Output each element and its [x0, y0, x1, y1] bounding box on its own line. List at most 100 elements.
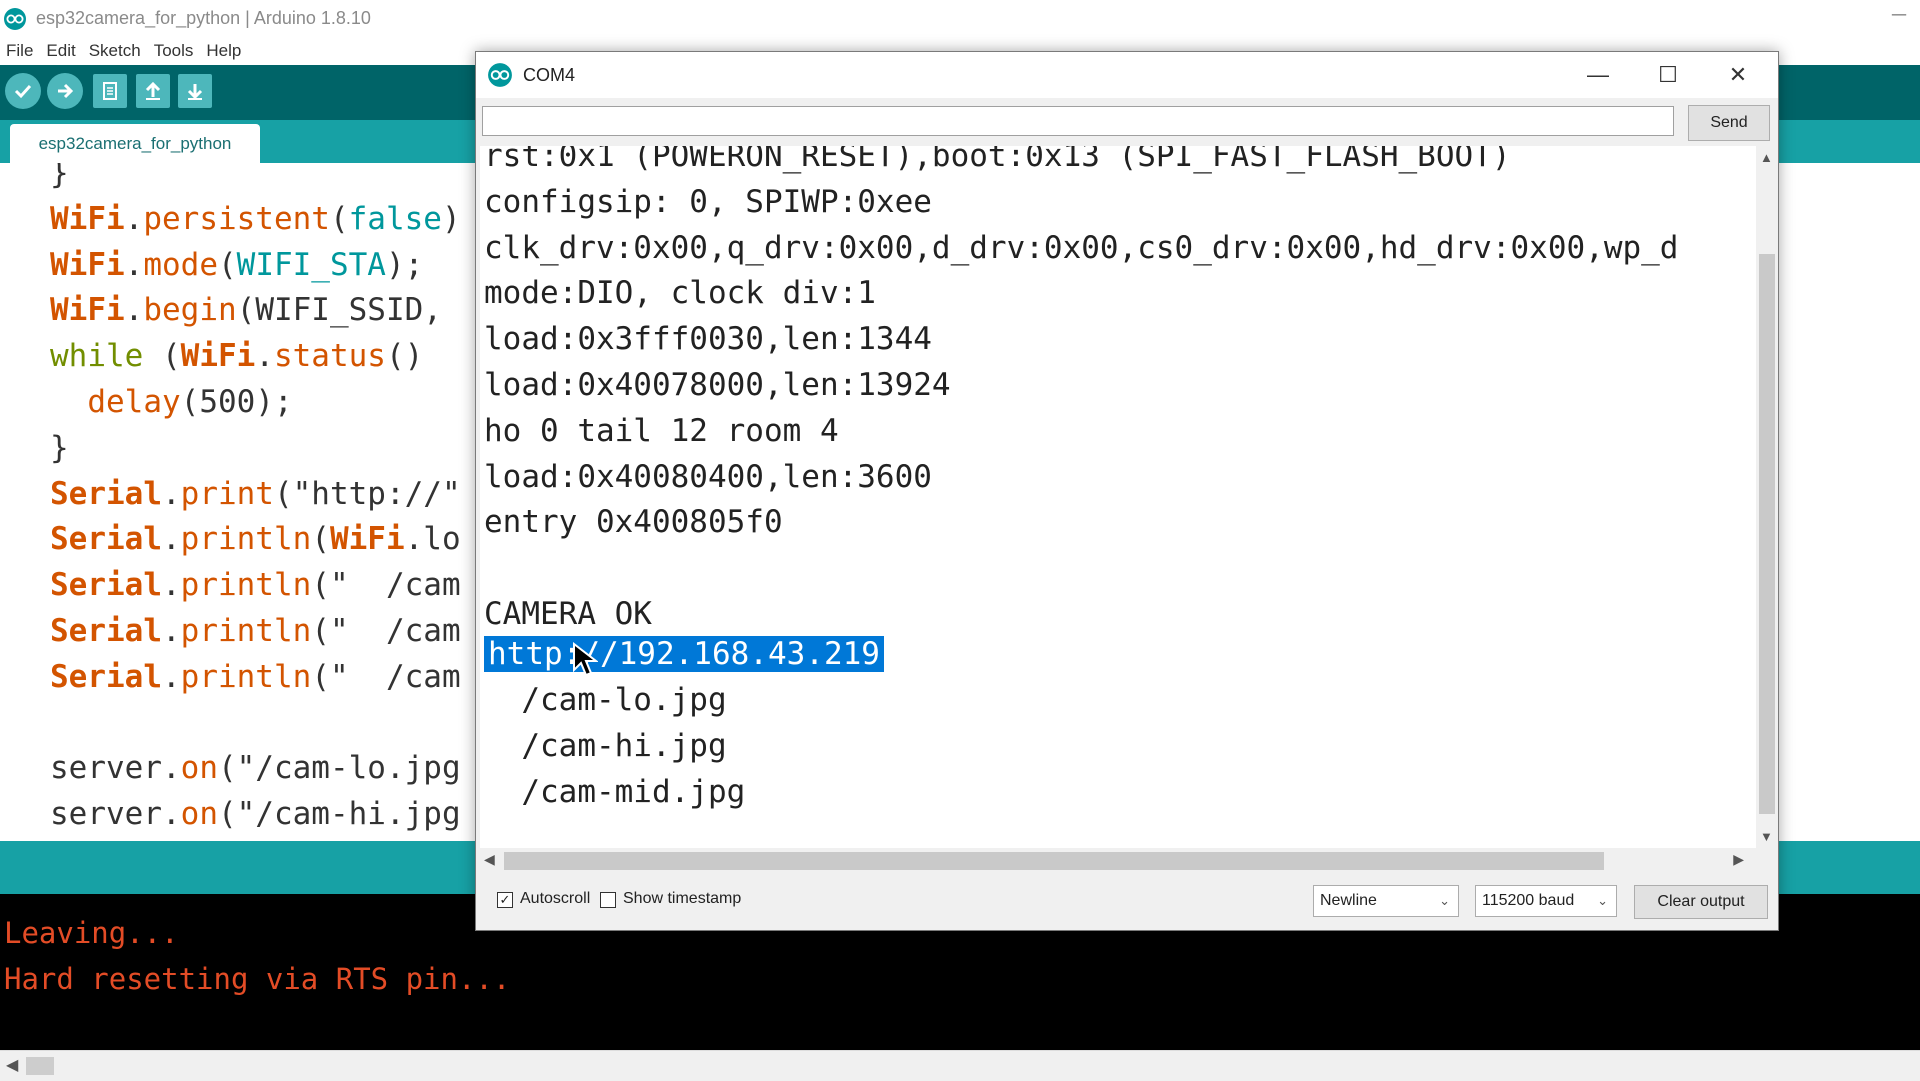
code-token: Serial — [50, 567, 162, 604]
code-token: Serial — [50, 521, 162, 558]
code-line: } — [50, 163, 69, 191]
verify-button[interactable] — [5, 73, 41, 109]
serial-input[interactable] — [482, 106, 1674, 136]
serial-monitor-footer: ✓ Autoscroll Show timestamp Newline ⌄ 11… — [476, 874, 1778, 930]
code-line: server.on("/cam-hi.jpg — [50, 796, 461, 832]
show-timestamp-checkbox[interactable] — [600, 892, 616, 908]
code-token: persistent — [143, 200, 330, 237]
serial-monitor-title-bar: COM4 — ☐ ✕ — [476, 52, 1778, 98]
code-token: ); — [385, 246, 424, 283]
code-token: (" /cam — [311, 567, 461, 604]
code-token: WiFi — [50, 292, 125, 329]
clear-output-button[interactable]: Clear output — [1634, 885, 1768, 919]
output-line: mode:DIO, clock div:1 — [484, 275, 876, 312]
new-button[interactable] — [93, 74, 127, 108]
code-line: Serial.print("http://" — [50, 476, 461, 512]
code-token: WiFi — [50, 200, 125, 237]
upload-button[interactable] — [47, 73, 83, 109]
line-ending-select[interactable]: Newline ⌄ — [1313, 885, 1459, 917]
code-token: server — [50, 796, 162, 833]
save-button[interactable] — [178, 74, 212, 108]
code-token: WiFi — [329, 521, 405, 558]
maximize-icon[interactable]: ☐ — [1638, 52, 1698, 98]
code-token: . — [161, 475, 181, 512]
selected-url-text[interactable]: http://192.168.43.219 — [484, 636, 884, 672]
output-line: configsip: 0, SPIWP:0xee — [484, 183, 932, 220]
autoscroll-checkbox[interactable]: ✓ — [497, 892, 513, 908]
output-horizontal-scrollbar[interactable]: ◀ ▶ — [480, 848, 1762, 874]
code-token: . — [161, 567, 181, 604]
code-token: . — [161, 750, 181, 787]
minimize-icon[interactable]: — — [1568, 52, 1628, 98]
code-token: ( — [311, 521, 330, 558]
scroll-left-icon[interactable]: ◀ — [484, 851, 495, 868]
scroll-right-icon[interactable]: ▶ — [1733, 851, 1744, 868]
code-token: (" /cam — [311, 613, 461, 649]
send-button[interactable]: Send — [1688, 105, 1770, 141]
output-line: load:0x40078000,len:13924 — [484, 367, 951, 403]
code-token: . — [124, 292, 144, 329]
code-token: ("http://" — [273, 475, 461, 512]
scroll-thumb[interactable] — [26, 1057, 54, 1075]
scroll-down-icon[interactable]: ▼ — [1760, 829, 1773, 844]
code-token: mode — [143, 246, 218, 283]
scroll-thumb[interactable] — [1759, 254, 1775, 814]
code-token: . — [161, 521, 181, 558]
serial-port-title: COM4 — [523, 64, 576, 85]
serial-monitor-window: COM4 — ☐ ✕ Send rst:0x1 (POWERON_RESET),… — [475, 51, 1779, 931]
close-icon[interactable]: ✕ — [1708, 52, 1768, 98]
code-token: WIFI_STA — [236, 246, 386, 283]
code-line: delay(500); — [50, 384, 293, 420]
tab-esp32camera-for-python[interactable]: esp32camera_for_python — [10, 124, 260, 163]
line-ending-value: Newline — [1320, 892, 1377, 909]
code-token: while — [50, 338, 144, 375]
code-token: (" /cam — [311, 658, 461, 695]
arduino-logo-icon — [488, 63, 512, 87]
menu-sketch[interactable]: Sketch — [89, 41, 141, 61]
output-line: /cam-hi.jpg — [484, 728, 727, 764]
minimize-button[interactable]: ─ — [1892, 4, 1906, 27]
menu-tools[interactable]: Tools — [154, 41, 194, 61]
save-icon — [187, 84, 203, 100]
code-token: . — [255, 338, 274, 375]
arduino-logo-icon — [4, 7, 26, 30]
output-vertical-scrollbar[interactable]: ▲ ▼ — [1756, 146, 1778, 848]
code-token: .lo — [404, 521, 461, 558]
show-timestamp-label: Show timestamp — [623, 890, 742, 907]
menu-help[interactable]: Help — [206, 41, 241, 61]
serial-output[interactable]: rst:0x1 (POWERON_RESET),boot:0x13 (SPI_F… — [480, 146, 1762, 848]
code-token: ("/cam-hi.jpg — [217, 796, 461, 833]
menu-file[interactable]: File — [6, 41, 33, 61]
menu-edit[interactable]: Edit — [46, 41, 75, 61]
baud-rate-select[interactable]: 115200 baud ⌄ — [1475, 885, 1617, 917]
code-token: . — [161, 796, 181, 833]
code-line: Serial.println(" /cam — [50, 567, 461, 603]
chevron-down-icon: ⌄ — [1597, 893, 1608, 908]
code-line: server.on("/cam-lo.jpg — [50, 750, 461, 786]
code-line: WiFi.mode(WIFI_STA); — [50, 247, 423, 283]
output-line: ho 0 tail 12 room 4 — [484, 412, 839, 449]
window-title: esp32camera_for_python | Arduino 1.8.10 — [36, 8, 371, 28]
open-icon — [145, 81, 161, 100]
code-line: Serial.println(" /cam — [50, 659, 461, 695]
code-token: (500); — [180, 384, 293, 420]
code-token: server — [50, 750, 162, 787]
code-token: WiFi — [180, 338, 256, 375]
scroll-thumb[interactable] — [504, 852, 1604, 870]
code-line: Serial.println(" /cam — [50, 613, 461, 649]
code-line: Serial.println(WiFi.lo — [50, 521, 461, 557]
code-token: . — [161, 613, 181, 649]
output-line: CAMERA OK — [484, 596, 652, 632]
editor-horizontal-scrollbar[interactable]: ◀ — [0, 1050, 1920, 1081]
scroll-left-icon[interactable]: ◀ — [6, 1055, 18, 1075]
code-token: delay — [87, 384, 181, 420]
output-line: load:0x3fff0030,len:1344 — [484, 321, 932, 358]
code-token: . — [161, 658, 181, 695]
output-line: entry 0x400805f0 — [484, 504, 783, 541]
scroll-up-icon[interactable]: ▲ — [1760, 150, 1773, 165]
code-line: WiFi.begin(WIFI_SSID, — [50, 292, 442, 328]
code-line: WiFi.persistent(false) — [50, 201, 461, 237]
open-button[interactable] — [136, 74, 170, 108]
code-token: Serial — [50, 613, 162, 649]
